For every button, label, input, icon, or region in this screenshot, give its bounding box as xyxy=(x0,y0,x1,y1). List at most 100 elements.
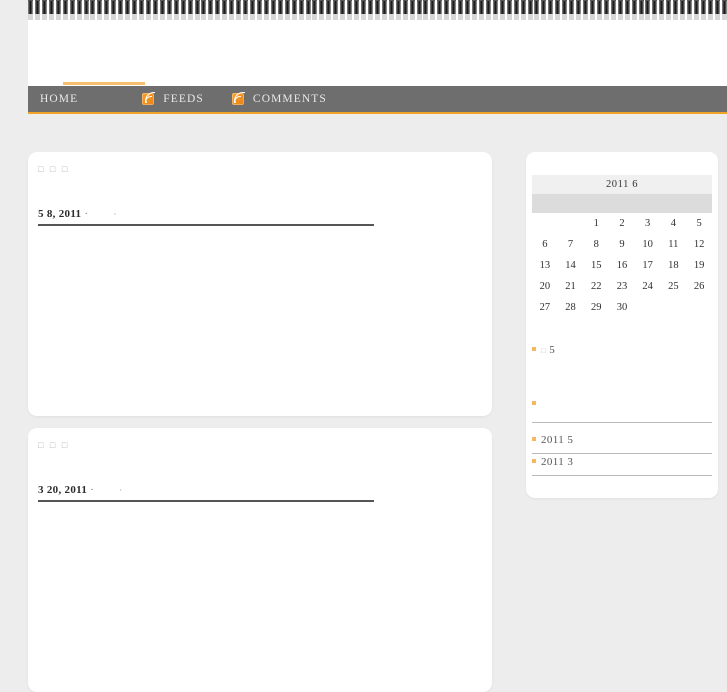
calendar-day[interactable]: 9 xyxy=(609,234,635,255)
nav-item-feeds[interactable]: FEEDS xyxy=(142,92,206,105)
spiral-ring xyxy=(603,0,609,20)
sidebar-list-item[interactable] xyxy=(532,401,712,423)
sidebar-list-item[interactable]: 2011 3 xyxy=(532,454,712,476)
post-card[interactable]: □ □ □ 3 20, 2011 · · xyxy=(28,428,492,692)
calendar-day[interactable]: 29 xyxy=(583,297,609,318)
calendar-day[interactable]: 20 xyxy=(532,276,558,297)
calendar-day[interactable]: 13 xyxy=(532,255,558,276)
calendar-day[interactable]: 18 xyxy=(661,255,687,276)
spiral-ring xyxy=(492,0,498,20)
calendar-weekday-5 xyxy=(661,194,687,213)
bullet-icon xyxy=(532,347,536,351)
calendar-day[interactable]: 3 xyxy=(635,213,661,234)
nav-item-comments[interactable]: COMMENTS xyxy=(231,92,329,105)
title-underline xyxy=(63,82,145,85)
spiral-ring xyxy=(312,0,318,20)
spiral-ring xyxy=(555,0,561,20)
spiral-ring xyxy=(721,0,727,20)
calendar-weekday-3 xyxy=(609,194,635,213)
post-date-text: 3 20, 2011 xyxy=(38,484,88,496)
nav-item-home[interactable]: HOME xyxy=(38,93,80,105)
spiral-ring xyxy=(381,0,387,20)
spiral-ring xyxy=(125,0,131,20)
calendar-day[interactable]: 24 xyxy=(635,276,661,297)
calendar-widget[interactable]: 2011 6 1 2 3 4 5 6 7 8 9 10 11 12 13 14 15 16 17 18 19 20 21… xyxy=(532,175,712,318)
calendar-day[interactable]: 16 xyxy=(609,255,635,276)
calendar-days[interactable]: 1 2 3 4 5 6 7 8 9 10 11 12 13 14 15 16 17 18 19 20 21 22 23 24 2… xyxy=(532,213,712,318)
spiral-ring xyxy=(652,0,658,20)
calendar-day[interactable]: 10 xyxy=(635,234,661,255)
calendar-weekday-4 xyxy=(635,194,661,213)
calendar-day[interactable]: 11 xyxy=(661,234,687,255)
calendar-day[interactable]: 2 xyxy=(609,213,635,234)
calendar-day[interactable]: 4 xyxy=(661,213,687,234)
spiral-ring xyxy=(166,0,172,20)
bullet-icon xyxy=(532,437,536,441)
calendar-day[interactable]: 25 xyxy=(661,276,687,297)
calendar-day[interactable]: 23 xyxy=(609,276,635,297)
calendar-day[interactable]: 5 xyxy=(686,213,712,234)
calendar-day[interactable]: 21 xyxy=(558,276,584,297)
spiral-ring xyxy=(90,0,96,20)
calendar-empty-cell xyxy=(532,213,558,234)
spiral-ring xyxy=(319,0,325,20)
spiral-ring xyxy=(347,0,353,20)
spiral-ring xyxy=(291,0,297,20)
calendar-day[interactable]: 27 xyxy=(532,297,558,318)
calendar-day[interactable]: 15 xyxy=(583,255,609,276)
calendar-day[interactable]: 17 xyxy=(635,255,661,276)
spiral-ring xyxy=(374,0,380,20)
spiral-ring xyxy=(83,0,89,20)
spiral-ring xyxy=(631,0,637,20)
calendar-day[interactable]: 14 xyxy=(558,255,584,276)
bullet-icon xyxy=(532,459,536,463)
post-card[interactable]: □ □ □ 5 8, 2011 · · xyxy=(28,152,492,416)
spiral-ring xyxy=(222,0,228,20)
post-category[interactable]: · xyxy=(91,209,116,219)
rss-icon xyxy=(231,92,245,105)
post-date: 5 8, 2011 · · xyxy=(38,208,117,220)
calendar-week-row: 20 21 22 23 24 25 26 xyxy=(532,276,712,297)
spiral-ring xyxy=(673,0,679,20)
site-header xyxy=(28,20,727,86)
sidebar-list-item[interactable]: □ 5 xyxy=(532,342,712,363)
calendar-empty-cell xyxy=(635,297,661,318)
spiral-ring xyxy=(659,0,665,20)
spiral-ring xyxy=(243,0,249,20)
calendar-day[interactable]: 26 xyxy=(686,276,712,297)
post-meta-top: □ □ □ xyxy=(38,164,70,174)
calendar-weekday-2 xyxy=(583,194,609,213)
spiral-ring xyxy=(187,0,193,20)
spiral-ring xyxy=(694,0,699,20)
spiral-ring xyxy=(277,0,283,20)
spiral-ring xyxy=(173,0,179,20)
spiral-ring xyxy=(270,0,276,20)
spiral-ring xyxy=(208,0,214,20)
spiral-ring xyxy=(298,0,304,20)
spiral-ring xyxy=(541,0,547,20)
nav-label-feeds: FEEDS xyxy=(163,93,204,105)
calendar-day[interactable]: 12 xyxy=(686,234,712,255)
spiral-ring xyxy=(534,0,540,20)
spiral-ring xyxy=(520,0,526,20)
calendar-day[interactable]: 6 xyxy=(532,234,558,255)
sidebar-list-item[interactable]: 2011 5 xyxy=(532,432,712,454)
spiral-ring xyxy=(666,0,672,20)
calendar-empty-cell xyxy=(661,297,687,318)
spiral-ring xyxy=(145,0,151,20)
main-navigation[interactable]: HOME FEEDS COMMENTS xyxy=(28,86,727,114)
calendar-day[interactable]: 22 xyxy=(583,276,609,297)
spiral-ring xyxy=(444,0,450,20)
calendar-empty-cell xyxy=(558,213,584,234)
spiral-ring xyxy=(55,0,61,20)
calendar-day[interactable]: 7 xyxy=(558,234,584,255)
spiral-ring xyxy=(548,0,554,20)
calendar-day[interactable]: 19 xyxy=(686,255,712,276)
rss-icon xyxy=(142,92,156,105)
calendar-day[interactable]: 8 xyxy=(583,234,609,255)
post-category[interactable]: · xyxy=(97,485,122,495)
calendar-day[interactable]: 28 xyxy=(558,297,584,318)
calendar-day[interactable]: 1 xyxy=(583,213,609,234)
calendar-day[interactable]: 30 xyxy=(609,297,635,318)
spiral-ring xyxy=(284,0,290,20)
